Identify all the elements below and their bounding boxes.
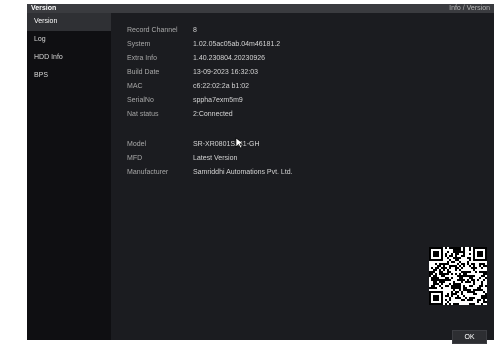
- sidebar-item-log[interactable]: Log: [27, 31, 111, 49]
- record-channel-value: 8: [193, 27, 197, 34]
- title-bar: Version Info / Version: [27, 4, 494, 13]
- serial-no-value: sppha7exm5m9: [193, 97, 243, 104]
- breadcrumb: Info / Version: [449, 5, 490, 12]
- system-value: 1.02.05ac05ab.04m46181.2: [193, 41, 281, 48]
- sidebar: Version Log HDD Info BPS: [27, 13, 111, 340]
- manufacturer-value: Samriddhi Automations Pvt. Ltd.: [193, 169, 293, 176]
- nat-status-label: Nat status: [127, 111, 159, 118]
- serial-no-row: SerialNo sppha7exm5m9: [127, 95, 243, 107]
- mac-row: MAC c6:22:02:2a b1:02: [127, 81, 249, 93]
- model-label: Model: [127, 141, 147, 148]
- model-value: SR-XR0801S201-GH: [193, 141, 260, 148]
- build-date-row: Build Date 13-09-2023 16:32:03: [127, 67, 258, 79]
- mac-value: c6:22:02:2a b1:02: [193, 83, 250, 90]
- qr-code-graphic: [429, 247, 487, 305]
- record-channel-row: Record Channel 8: [127, 25, 197, 37]
- system-label: System: [127, 41, 151, 48]
- sidebar-item-hdd-info[interactable]: HDD Info: [27, 49, 111, 67]
- nat-status-value: 2:Connected: [193, 111, 233, 118]
- info-panel: Record Channel 8 System 1.02.05ac05ab.04m4…: [111, 13, 494, 344]
- window-title: Version: [31, 5, 57, 12]
- extra-info-label: Extra Info: [127, 55, 157, 62]
- mouse-cursor-icon: [235, 137, 245, 149]
- sidebar-item-bps[interactable]: BPS: [27, 67, 111, 85]
- mfd-value: Latest Version: [193, 155, 238, 162]
- mfd-label: MFD: [127, 155, 143, 162]
- record-channel-label: Record Channel: [127, 27, 178, 34]
- system-row: System 1.02.05ac05ab.04m46181.2: [127, 39, 280, 51]
- manufacturer-row: Manufacturer Samriddhi Automations Pvt. L…: [127, 167, 293, 179]
- nat-status-row: Nat status 2:Connected: [127, 109, 233, 121]
- mac-label: MAC: [127, 83, 143, 90]
- qr-code-icon: [429, 247, 487, 305]
- build-date-value: 13-09-2023 16:32:03: [193, 69, 258, 76]
- serial-no-label: SerialNo: [127, 97, 154, 104]
- version-dialog: Version Info / Version Version Log HDD I…: [27, 4, 494, 344]
- build-date-label: Build Date: [127, 69, 160, 76]
- ok-button[interactable]: OK: [452, 330, 487, 344]
- extra-info-value: 1.40.230804.20230926: [193, 55, 266, 62]
- mfd-row: MFD Latest Version: [127, 153, 237, 165]
- sidebar-item-version[interactable]: Version: [27, 13, 111, 31]
- extra-info-row: Extra Info 1.40.230804.20230926: [127, 53, 265, 65]
- manufacturer-label: Manufacturer: [127, 169, 169, 176]
